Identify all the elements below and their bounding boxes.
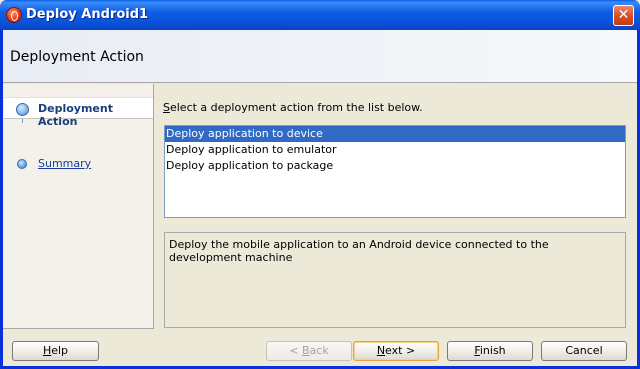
title-bar[interactable]: Deploy Android1 ✕ [0, 0, 640, 30]
page-title: Deployment Action [10, 49, 144, 65]
deployment-action-list[interactable]: Deploy application to device Deploy appl… [164, 125, 626, 218]
step-dot-icon [17, 159, 27, 169]
list-item[interactable]: Deploy application to package [165, 158, 625, 174]
list-item[interactable]: Deploy application to emulator [165, 142, 625, 158]
step-label: Deployment Action [38, 102, 113, 128]
finish-button[interactable]: Finish [447, 341, 533, 361]
instruction-label: Select a deployment action from the list… [163, 101, 423, 114]
next-button[interactable]: Next > [353, 341, 439, 361]
step-item-deployment-action[interactable]: Deployment Action [4, 97, 153, 128]
steps-navigation: Deployment Action Summary [3, 84, 154, 329]
deploy-dialog-window: Deploy Android1 ✕ Deployment Action Depl… [0, 0, 640, 369]
help-button[interactable]: Help [12, 341, 99, 361]
close-button[interactable]: ✕ [613, 5, 634, 26]
window-title: Deploy Android1 [26, 7, 149, 22]
app-logo-icon [6, 7, 22, 23]
dialog-body: Deployment Action Deployment Action Summ… [3, 30, 637, 366]
list-item[interactable]: Deploy application to device [165, 126, 625, 142]
step-item-summary[interactable]: Summary [38, 157, 91, 170]
main-content: Select a deployment action from the list… [155, 84, 637, 329]
action-description: Deploy the mobile application to an Andr… [164, 232, 626, 328]
cancel-button[interactable]: Cancel [541, 341, 627, 361]
current-step-icon [16, 103, 29, 116]
back-button[interactable]: < Back [266, 341, 352, 361]
page-header: Deployment Action [3, 30, 637, 83]
